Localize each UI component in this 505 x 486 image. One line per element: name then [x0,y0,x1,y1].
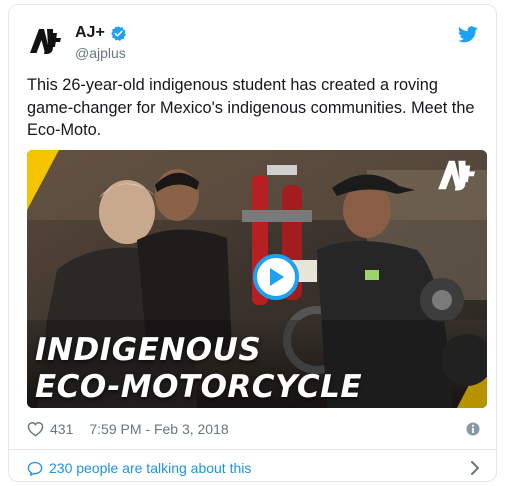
verified-badge-icon [110,25,126,41]
conversation-text[interactable]: 230 people are talking about this [49,460,251,476]
play-button[interactable] [253,254,299,300]
video-caption-line2: ECO-MOTORCYCLE [35,369,363,405]
author-names: AJ+ @ajplus [75,24,127,61]
tweet-text: This 26-year-old indigenous student has … [27,76,475,139]
ajplus-watermark [433,156,479,199]
tweet-meta: 431 7:59 PM - Feb 3, 2018 [27,419,480,439]
video-caption-line1: INDIGENOUS [35,332,262,368]
conversation-link[interactable]: 230 people are talking about this [27,457,482,479]
display-name[interactable]: AJ+ [75,24,105,42]
avatar[interactable] [27,23,63,59]
tweet-timestamp[interactable]: 7:59 PM - Feb 3, 2018 [89,421,228,437]
video-thumbnail[interactable]: INDIGENOUS ECO-MOTORCYCLE [27,150,487,408]
play-icon [270,268,284,286]
chevron-right-icon[interactable] [470,461,480,475]
ajplus-logo-icon [30,29,61,54]
author-handle[interactable]: @ajplus [75,45,127,61]
info-icon[interactable] [466,422,480,436]
twitter-bird-icon[interactable] [458,26,478,43]
speech-bubble-icon [27,461,43,476]
like-count[interactable]: 431 [50,421,73,437]
tweet-header: AJ+ @ajplus [27,21,480,65]
heart-icon[interactable] [27,421,44,437]
tweet-card: AJ+ @ajplus This 26-year-old indigenous … [8,4,497,482]
divider [9,449,496,450]
